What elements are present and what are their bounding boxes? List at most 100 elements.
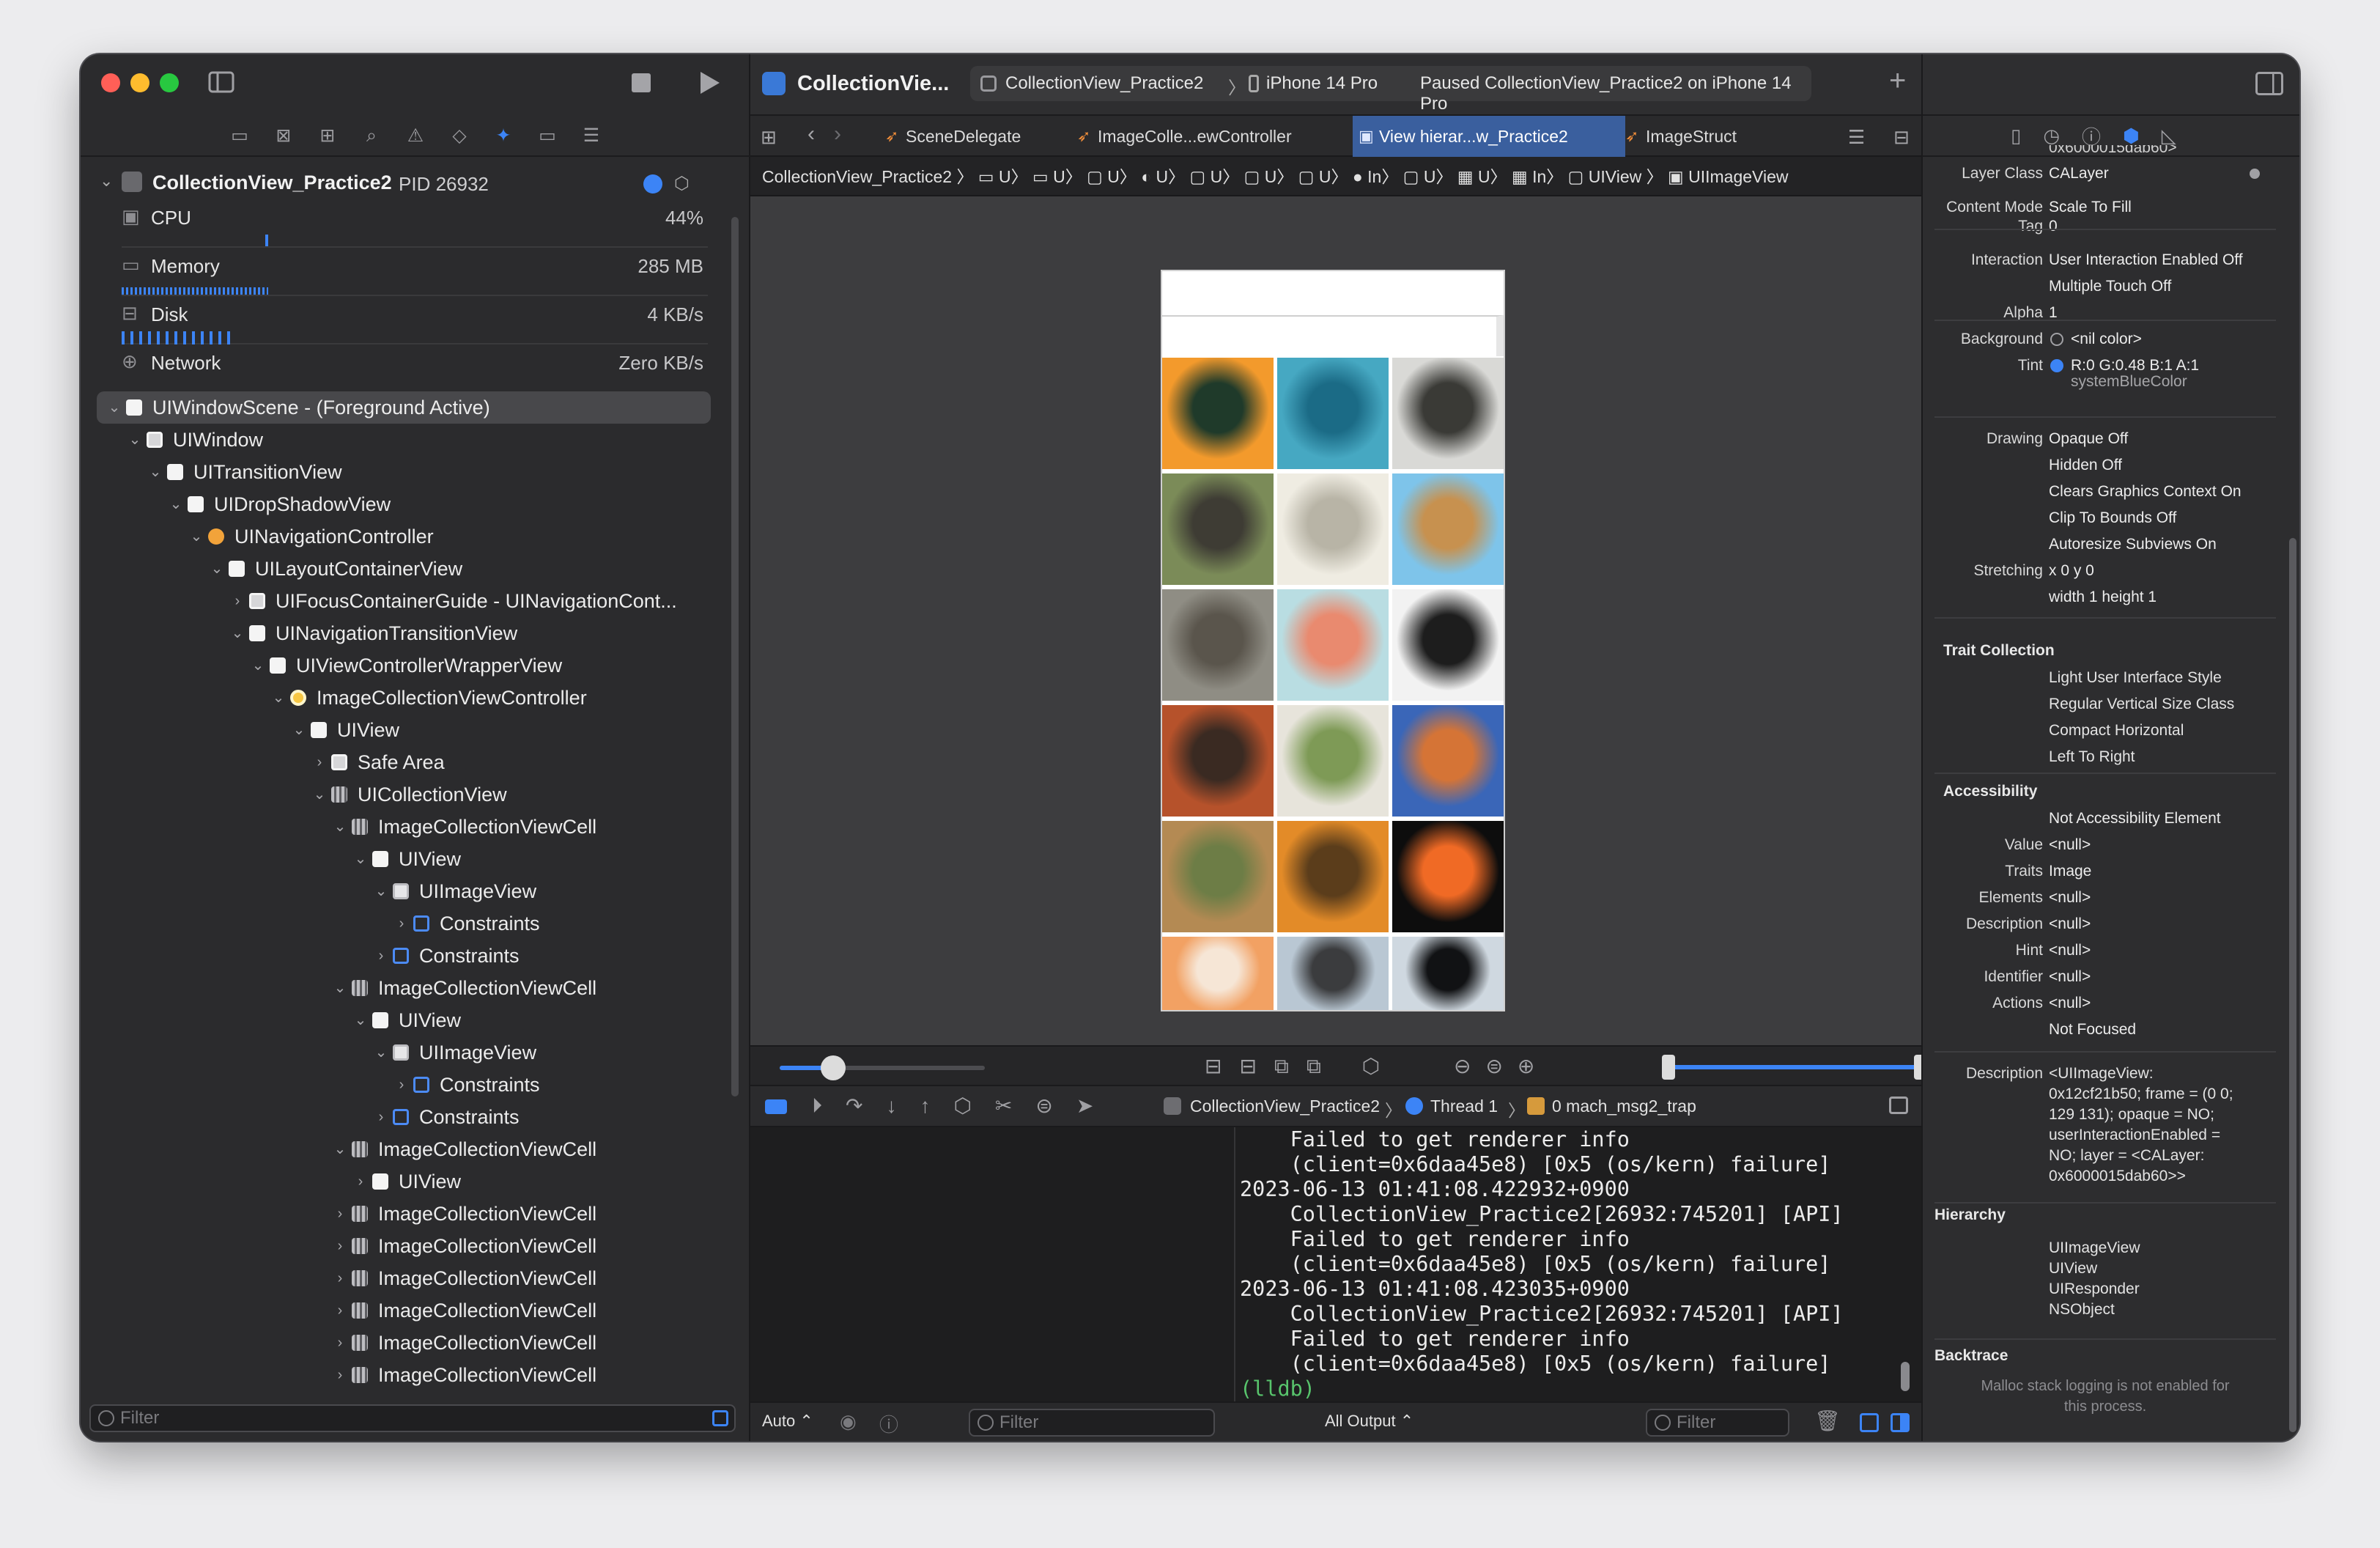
range-slider[interactable]	[1662, 1055, 1927, 1080]
image-cell-eagle[interactable]	[1277, 937, 1389, 1010]
split-editor-icon[interactable]: ⊟	[1893, 126, 1910, 149]
frame-label[interactable]: 0 mach_msg2_trap	[1552, 1096, 1696, 1116]
tree-row[interactable]: › Constraints	[81, 1069, 711, 1101]
tree-row[interactable]: › Constraints	[81, 1101, 711, 1133]
editor-tab[interactable]: ➶ SceneDelegate	[879, 116, 1062, 157]
run-icon[interactable]	[701, 72, 720, 94]
image-cell-zebra[interactable]	[1392, 589, 1504, 701]
variables-view[interactable]	[750, 1127, 1235, 1401]
report-icon[interactable]: ☰	[579, 123, 604, 148]
chevron-down-icon[interactable]: ⌄	[372, 1036, 390, 1069]
chevron-down-icon[interactable]: ⌄	[331, 811, 349, 843]
folder-icon[interactable]: ▭	[227, 123, 252, 148]
image-cell-flamingo[interactable]	[1277, 589, 1389, 701]
chevron-down-icon[interactable]: ⌄	[106, 391, 123, 424]
chevron-down-icon[interactable]: ⌄	[147, 456, 164, 488]
zoom-icons[interactable]: ⊖⊜⊕	[1454, 1054, 1549, 1078]
spacing-slider[interactable]	[780, 1055, 985, 1080]
size-icon[interactable]: ◺	[2162, 125, 2176, 147]
gauge-network[interactable]: ⊕ Network Zero KB/s	[122, 346, 708, 393]
inspector-toggle-icon[interactable]	[2255, 72, 2283, 95]
editor-tab[interactable]: ➶ ImageColle...ewController	[1071, 116, 1342, 157]
tree-row[interactable]: ⌄ ImageCollectionViewCell	[81, 1133, 711, 1165]
image-cell-butterfly[interactable]	[1277, 821, 1389, 932]
chevron-down-icon[interactable]: ⌄	[331, 972, 349, 1004]
variables-filter[interactable]: Filter	[969, 1409, 1215, 1437]
editor-tab[interactable]: ➶ ImageStruct	[1619, 116, 1737, 157]
image-cell-puffin[interactable]	[1392, 937, 1504, 1010]
chevron-down-icon[interactable]: ⌄	[270, 682, 287, 714]
chevron-right-icon[interactable]: ›	[331, 1262, 349, 1294]
tree-row[interactable]: › Safe Area	[81, 746, 711, 778]
tree-row[interactable]: ⌄ UIDropShadowView	[81, 488, 711, 520]
breakpoints-toggle-icon[interactable]	[765, 1099, 787, 1114]
image-cell-white-tiger[interactable]	[1392, 358, 1504, 469]
gauge-cpu[interactable]: ▣ CPU 44%	[122, 201, 708, 248]
filter-options-icon[interactable]	[712, 1410, 728, 1426]
object-icon[interactable]: ⬢	[2123, 125, 2140, 147]
chevron-down-icon[interactable]: ⌄	[229, 617, 246, 649]
source-control-icon[interactable]: ⊠	[271, 123, 296, 148]
minimize-button[interactable]	[130, 73, 149, 92]
tree-row[interactable]: ⌄ UIViewControllerWrapperView	[81, 649, 711, 682]
editor-tab[interactable]: ▣ View hierar...w_Practice2	[1353, 116, 1625, 157]
image-cell-goldfish[interactable]	[1392, 821, 1504, 932]
tree-row[interactable]: ⌄ ImageCollectionViewCell	[81, 811, 711, 843]
image-cell-lion[interactable]	[1162, 821, 1274, 932]
chevron-right-icon[interactable]: ›	[352, 1165, 369, 1198]
image-cell-raccoon[interactable]	[1162, 473, 1274, 585]
zoom-button[interactable]	[160, 73, 179, 92]
tree-row[interactable]: ⌄ UIWindowScene - (Foreground Active)	[97, 391, 711, 424]
variables-scope-select[interactable]: Auto ⌃	[762, 1412, 813, 1431]
jump-bar-path[interactable]: CollectionView_Practice2 〉 ▭ U〉 ▭ U〉 ▢ U…	[762, 167, 1789, 186]
image-cell-corgi[interactable]	[1162, 937, 1274, 1010]
chevron-down-icon[interactable]: ⌄	[249, 649, 267, 682]
chevron-right-icon[interactable]: ›	[311, 746, 328, 778]
chevron-right-icon[interactable]: ›	[372, 1101, 390, 1133]
test-icon[interactable]: ◇	[447, 123, 472, 148]
chevron-right-icon[interactable]: ›	[331, 1327, 349, 1359]
color-swatch-empty[interactable]	[2050, 333, 2063, 346]
scheme-selector[interactable]: CollectionView_Practice2	[1005, 73, 1203, 94]
back-icon[interactable]: ‹	[808, 122, 815, 147]
file-icon[interactable]: ▯	[2011, 125, 2021, 147]
step-controls-icons[interactable]: ⏵↷↓↑⬡✂⊜➤	[812, 1094, 1117, 1118]
console-scrollbar[interactable]	[1901, 1362, 1910, 1391]
close-button[interactable]	[101, 73, 120, 92]
info-icon[interactable]	[643, 174, 662, 194]
navigator-filter[interactable]: Filter	[89, 1404, 736, 1432]
eye-icon[interactable]: ◉	[840, 1410, 857, 1433]
tree-row[interactable]: › ImageCollectionViewCell	[81, 1359, 711, 1391]
gauge-disk[interactable]: ⊟ Disk 4 KB/s	[122, 298, 708, 344]
editor-options-icon[interactable]: ☰	[1848, 126, 1865, 149]
navigator-scrollbar[interactable]	[731, 217, 739, 1096]
grid-icon[interactable]: ⊞	[761, 126, 777, 149]
forward-icon[interactable]: ›	[834, 122, 841, 147]
sidebar-toggle-icon[interactable]	[207, 69, 236, 95]
show-console-icon[interactable]	[1891, 1413, 1910, 1432]
breakpoint-icon[interactable]: ▭	[535, 123, 560, 148]
chevron-right-icon[interactable]: ›	[331, 1294, 349, 1327]
warning-icon[interactable]: ⚠	[403, 123, 428, 148]
chevron-down-icon[interactable]: ⌄	[188, 520, 205, 553]
chevron-down-icon[interactable]: ⌄	[126, 424, 144, 456]
tree-row[interactable]: ⌄ UIWindow	[81, 424, 711, 456]
jump-bar[interactable]: CollectionView_Practice2 〉 ▭ U〉 ▭ U〉 ▢ U…	[750, 157, 1921, 196]
tree-row[interactable]: › ImageCollectionViewCell	[81, 1262, 711, 1294]
tree-row[interactable]: › Constraints	[81, 907, 711, 940]
show-variables-icon[interactable]	[1860, 1413, 1879, 1432]
tree-row[interactable]: ⌄ UIView	[81, 714, 711, 746]
image-cell-sheep[interactable]	[1277, 705, 1389, 817]
chevron-right-icon[interactable]: ›	[372, 940, 390, 972]
chevron-right-icon[interactable]: ›	[393, 1069, 410, 1101]
gauge-memory[interactable]: ▭ Memory 285 MB	[122, 249, 708, 296]
image-cell-elephants[interactable]	[1162, 589, 1274, 701]
image-cell-giraffe[interactable]	[1392, 473, 1504, 585]
lldb-prompt[interactable]: (lldb)	[1240, 1376, 1921, 1401]
chevron-right-icon[interactable]: ›	[229, 585, 246, 617]
info-icon[interactable]: ⓘ	[879, 1410, 898, 1437]
tree-row[interactable]: ⌄ UINavigationTransitionView	[81, 617, 711, 649]
tree-row[interactable]: ⌄ UIView	[81, 1004, 711, 1036]
history-icon[interactable]: ◷	[2043, 125, 2060, 147]
inspector-scrollbar[interactable]	[2289, 538, 2296, 1432]
